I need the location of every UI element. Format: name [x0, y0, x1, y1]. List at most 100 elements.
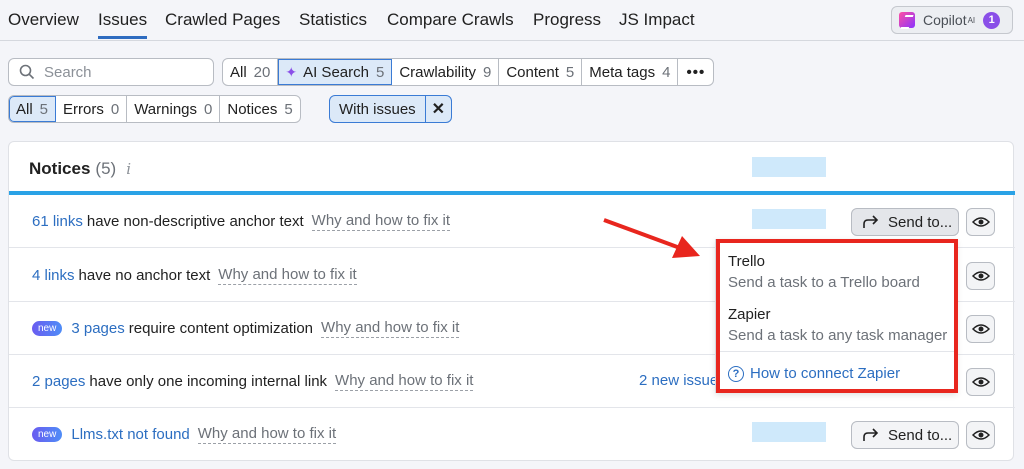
why-fix-link[interactable]: Why and how to fix it [218, 266, 357, 285]
help-circle-icon: ? [728, 365, 744, 382]
issue-link[interactable]: 4 links [32, 267, 75, 284]
why-fix-link[interactable]: Why and how to fix it [335, 372, 474, 391]
issue-description: require content optimization [128, 320, 314, 337]
type-filter-all[interactable]: All 5 [9, 96, 57, 122]
type-filter-group: All 5 Errors 0 Warnings 0 Notices 5 [8, 95, 301, 123]
issue-description: have non-descriptive anchor text [86, 213, 304, 230]
info-icon[interactable]: i [126, 160, 131, 178]
send-to-button[interactable]: Send to... [851, 208, 959, 236]
filter-label: Notices [227, 100, 278, 118]
why-fix-link[interactable]: Why and how to fix it [197, 425, 337, 444]
tab-overview[interactable]: Overview [8, 10, 79, 30]
issue-link[interactable]: 3 pages [71, 320, 124, 337]
type-filter-notices[interactable]: Notices 5 [220, 96, 299, 122]
filter-label: Warnings [134, 100, 198, 118]
why-fix-link[interactable]: Why and how to fix it [321, 319, 460, 338]
search-box[interactable] [8, 58, 214, 86]
issue-text: 61 links have non-descriptive anchor tex… [32, 212, 451, 231]
issue-link[interactable]: 2 pages [32, 373, 85, 390]
filter-crawlability[interactable]: Crawlability 9 [392, 59, 500, 85]
filter-all[interactable]: All 20 [223, 59, 279, 85]
dropdown-item-title: Zapier [728, 306, 771, 323]
eye-icon[interactable] [966, 368, 995, 396]
send-to-label: Send to... [888, 426, 953, 444]
placeholder-block [752, 157, 826, 177]
annotation-arrow-icon [603, 218, 700, 258]
why-fix-link[interactable]: Why and how to fix it [311, 212, 451, 231]
filter-label: AI Search [303, 63, 369, 81]
new-badge: new [32, 427, 63, 442]
panel-count: (5) [95, 159, 117, 178]
tab-progress[interactable]: Progress [533, 10, 601, 30]
filter-count: 5 [375, 63, 385, 81]
tab-statistics[interactable]: Statistics [299, 10, 367, 30]
placeholder-block [752, 422, 826, 442]
dropdown-item-trello[interactable]: Trello Send a task to a Trello board [728, 253, 920, 291]
filter-count: 5 [565, 63, 575, 81]
filter-label: All [16, 100, 33, 118]
panel-title-text: Notices [29, 159, 91, 178]
eye-icon[interactable] [966, 421, 995, 449]
eye-icon[interactable] [966, 315, 995, 343]
issue-text: 4 links have no anchor text Why and how … [32, 266, 357, 285]
type-filter-errors[interactable]: Errors 0 [56, 96, 128, 122]
with-issues-chip: With issues ✕ [329, 95, 452, 123]
copilot-button[interactable]: Copilot AI 1 [891, 6, 1013, 34]
send-to-label: Send to... [888, 213, 953, 231]
dropdown-item-title: Trello [728, 253, 765, 270]
dropdown-item-description: Send a task to any task manager [728, 327, 948, 344]
issue-description: have no anchor text [78, 267, 211, 284]
filter-ai-search[interactable]: ✦ AI Search 5 [278, 59, 393, 85]
filter-content[interactable]: Content 5 [499, 59, 583, 85]
more-filters-button[interactable]: ••• [678, 59, 713, 85]
tab-compare-crawls[interactable]: Compare Crawls [387, 10, 514, 30]
top-nav: Overview Issues Crawled Pages Statistics… [0, 0, 1024, 41]
placeholder-block [752, 209, 826, 229]
issue-link[interactable]: 61 links [32, 213, 83, 230]
help-link-label: How to connect Zapier [750, 365, 901, 382]
new-badge: new [32, 321, 63, 336]
close-icon[interactable]: ✕ [426, 96, 451, 122]
with-issues-toggle[interactable]: With issues [330, 96, 426, 122]
filter-label: Content [506, 63, 559, 81]
filter-count: 5 [39, 100, 49, 118]
search-input[interactable] [44, 63, 204, 81]
tab-issues[interactable]: Issues [98, 10, 148, 39]
issue-text: new 3 pages require content optimization… [32, 319, 460, 338]
search-icon [19, 64, 35, 80]
filter-count: 0 [110, 100, 120, 118]
send-to-button[interactable]: Send to... [851, 421, 959, 449]
copilot-ai-sup: AI [967, 15, 976, 25]
share-arrow-icon [863, 215, 879, 228]
issue-description: have only one incoming internal link [89, 373, 328, 390]
eye-icon[interactable] [966, 262, 995, 290]
sparkle-icon: ✦ [285, 63, 298, 80]
send-to-dropdown: Trello Send a task to a Trello board Zap… [715, 239, 958, 393]
filter-count: 0 [204, 100, 213, 118]
tab-js-impact[interactable]: JS Impact [619, 10, 695, 30]
filter-label: Errors [63, 100, 104, 118]
tab-crawled-pages[interactable]: Crawled Pages [165, 10, 280, 30]
copilot-label: Copilot [923, 12, 967, 28]
dropdown-divider [716, 351, 958, 352]
issue-text: new Llms.txt not found Why and how to fi… [32, 425, 337, 444]
copilot-badge: 1 [983, 11, 1001, 29]
panel-title: Notices (5) i [29, 159, 131, 179]
new-issues-link[interactable]: 2 new issue [639, 372, 718, 389]
share-arrow-icon [863, 428, 879, 441]
issue-link[interactable]: Llms.txt not found [71, 426, 189, 443]
copilot-logo-icon [899, 12, 915, 28]
issue-row: new Llms.txt not found Why and how to fi… [9, 408, 1015, 461]
eye-icon[interactable] [966, 208, 995, 236]
category-filter-group: All 20 ✦ AI Search 5 Crawlability 9 Content… [222, 58, 715, 86]
filter-label: Meta tags [589, 63, 656, 81]
filter-count: 20 [253, 63, 271, 81]
filter-meta-tags[interactable]: Meta tags 4 [582, 59, 679, 85]
issue-text: 2 pages have only one incoming internal … [32, 372, 474, 391]
type-filter-warnings[interactable]: Warnings 0 [127, 96, 221, 122]
filter-count: 5 [284, 100, 293, 118]
how-to-connect-zapier-link[interactable]: ? How to connect Zapier [728, 365, 900, 382]
dropdown-item-zapier[interactable]: Zapier Send a task to any task manager [728, 306, 947, 344]
dropdown-item-description: Send a task to a Trello board [728, 274, 920, 291]
filter-count: 4 [662, 63, 671, 81]
